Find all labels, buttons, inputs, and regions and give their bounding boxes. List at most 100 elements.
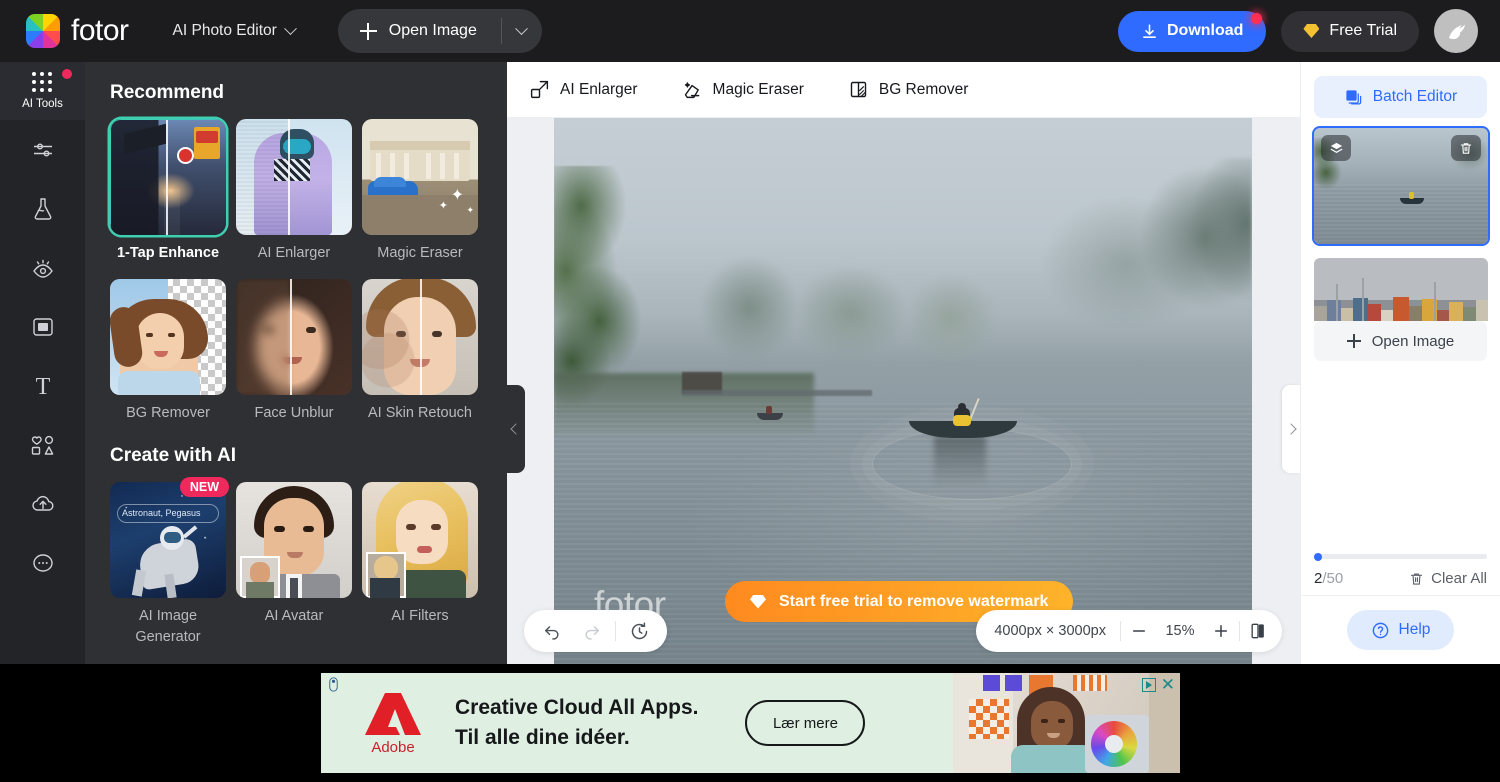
brand-logo[interactable]: fotor [26, 14, 129, 48]
notification-dot [1251, 13, 1262, 24]
sidebar-item-beauty[interactable] [0, 179, 85, 238]
free-trial-label: Free Trial [1329, 22, 1397, 40]
new-badge: NEW [180, 477, 229, 497]
open-image-dropdown[interactable] [502, 9, 542, 53]
chevron-left-icon [510, 423, 521, 434]
collapse-left-panel-button[interactable] [507, 385, 525, 473]
adobe-brand: Adobe [353, 691, 433, 756]
text-t-icon: T [31, 373, 55, 399]
question-circle-icon [1371, 621, 1390, 640]
create-grid: NEW Astronaut, Pegasus AI Image Generato… [110, 482, 483, 647]
collapse-right-panel-button[interactable] [1282, 385, 1300, 473]
tool-card-bg-remover[interactable]: BG Remover [110, 279, 226, 424]
open-image-button[interactable]: Open Image [338, 9, 501, 53]
tool-label: Face Unblur [236, 403, 352, 424]
capacity-section: 2/50 Clear All [1301, 554, 1500, 587]
gem-icon [1303, 24, 1319, 38]
capacity-slider[interactable] [1314, 554, 1487, 559]
sidebar-item-upload[interactable] [0, 474, 85, 533]
minus-icon [1130, 622, 1148, 640]
tool-label: AI Image Generator [110, 606, 226, 647]
delete-thumbnail-button[interactable] [1451, 135, 1481, 161]
tool-card-ai-avatar[interactable]: AI Avatar [236, 482, 352, 647]
close-icon[interactable]: ✕ [1161, 676, 1175, 693]
sidebar-item-adjust[interactable] [0, 120, 85, 179]
adobe-advertisement[interactable]: Adobe Creative Cloud All Apps. Til alle … [321, 673, 1180, 773]
count-total: /50 [1322, 570, 1343, 587]
sidebar-item-elements[interactable] [0, 415, 85, 474]
sidebar-item-more[interactable] [0, 533, 85, 592]
download-button[interactable]: Download [1118, 11, 1266, 52]
ellipsis-circle-icon [30, 551, 56, 575]
tool-card-ai-image-generator[interactable]: NEW Astronaut, Pegasus AI Image Generato… [110, 482, 226, 647]
help-label: Help [1399, 621, 1431, 639]
batch-editor-label: Batch Editor [1373, 88, 1457, 106]
undo-button[interactable] [532, 610, 572, 652]
app-header: fotor AI Photo Editor Open Image Downloa [0, 0, 1500, 62]
thumbnail-foggy-lake-canoe[interactable] [1314, 128, 1488, 244]
prompt-text: Astronaut, Pegasus [122, 508, 201, 518]
trash-icon [1459, 141, 1473, 156]
trash-icon [1409, 571, 1424, 587]
tool-card-magic-eraser[interactable]: ✦ ✦ ✦ Magic Eraser [362, 119, 478, 264]
adchoices-triangle-icon[interactable] [1142, 678, 1156, 692]
free-trial-button[interactable]: Free Trial [1281, 11, 1419, 52]
sidebar-item-frame[interactable] [0, 297, 85, 356]
tool-label: Magic Eraser [362, 243, 478, 264]
open-image-button-panel[interactable]: Open Image [1314, 321, 1487, 361]
toolbar-bg-remover[interactable]: BG Remover [848, 79, 991, 100]
history-button[interactable] [619, 610, 659, 652]
tool-thumbnail [236, 279, 352, 395]
layers-button[interactable] [1321, 135, 1351, 161]
toolbar-ai-enlarger[interactable]: AI Enlarger [529, 79, 660, 100]
clear-all-label: Clear All [1431, 570, 1487, 587]
redo-button[interactable] [572, 610, 612, 652]
avatar-bird-icon [1443, 19, 1469, 43]
zoom-out-button[interactable] [1121, 610, 1157, 652]
ad-learn-more-button[interactable]: Lær mere [745, 700, 865, 746]
thumbnail-nyhavn-harbour[interactable] [1314, 258, 1488, 321]
divider [615, 621, 616, 641]
capacity-handle[interactable] [1314, 553, 1322, 561]
sidebar-item-text[interactable]: T [0, 356, 85, 415]
help-section: Help [1301, 595, 1500, 664]
help-button[interactable]: Help [1347, 610, 1455, 650]
sidebar-item-label: AI Tools [22, 98, 63, 110]
tool-card-ai-filters[interactable]: AI Filters [362, 482, 478, 647]
zoom-in-button[interactable] [1203, 610, 1239, 652]
brand-name: fotor [71, 14, 129, 48]
sidebar-item-ai-tools[interactable]: AI Tools [0, 62, 85, 120]
toolbar-magic-eraser[interactable]: Magic Eraser [682, 79, 826, 100]
open-image-label: Open Image [389, 22, 477, 40]
cloud-upload-icon [30, 492, 56, 516]
shapes-icon [29, 433, 56, 457]
photo-canoe-with-paddler [909, 412, 1017, 438]
sidebar-item-retouch[interactable] [0, 238, 85, 297]
chevron-down-icon [515, 22, 528, 35]
toolbar-label: AI Enlarger [560, 81, 638, 99]
tool-card-ai-skin-retouch[interactable]: AI Skin Retouch [362, 279, 478, 424]
clear-all-button[interactable]: Clear All [1409, 570, 1487, 587]
tool-thumbnail [362, 279, 478, 395]
tool-card-ai-enlarger[interactable]: AI Enlarger [236, 119, 352, 264]
zoom-level: 15% [1157, 623, 1203, 639]
undo-icon [542, 621, 562, 641]
batch-editor-button[interactable]: Batch Editor [1314, 76, 1487, 118]
tool-card-1-tap-enhance[interactable]: 1-Tap Enhance [110, 119, 226, 264]
compare-button[interactable] [1240, 610, 1276, 652]
canvas-photo-foggy-lake[interactable]: fotor Start free trial to remove waterma… [554, 118, 1252, 664]
redo-icon [582, 621, 602, 641]
tool-thumbnail [362, 482, 478, 598]
dot-grid-icon [32, 72, 53, 93]
tool-thumbnail [236, 119, 352, 235]
user-avatar[interactable] [1434, 9, 1478, 53]
editor-mode-label: AI Photo Editor [173, 22, 277, 40]
frame-icon [31, 315, 55, 339]
canvas-stage[interactable]: fotor Start free trial to remove waterma… [507, 118, 1300, 664]
adchoices-icon[interactable] [327, 677, 340, 692]
tool-label: BG Remover [110, 403, 226, 424]
editor-mode-selector[interactable]: AI Photo Editor [173, 22, 295, 40]
left-tool-rail: AI Tools [0, 62, 85, 664]
tool-card-face-unblur[interactable]: Face Unblur [236, 279, 352, 424]
ad-controls: ✕ [1142, 676, 1175, 693]
